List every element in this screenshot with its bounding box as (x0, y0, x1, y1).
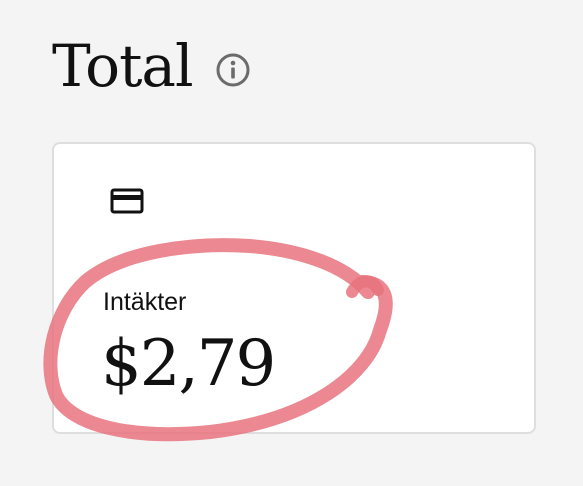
revenue-card: Intäkter $2,79 (52, 142, 536, 434)
page-title: Total (52, 32, 194, 100)
revenue-amount: $2,79 (101, 327, 276, 401)
credit-card-icon (110, 188, 144, 214)
info-icon[interactable] (215, 52, 251, 88)
revenue-label: Intäkter (103, 288, 187, 316)
header: Total (52, 30, 251, 102)
